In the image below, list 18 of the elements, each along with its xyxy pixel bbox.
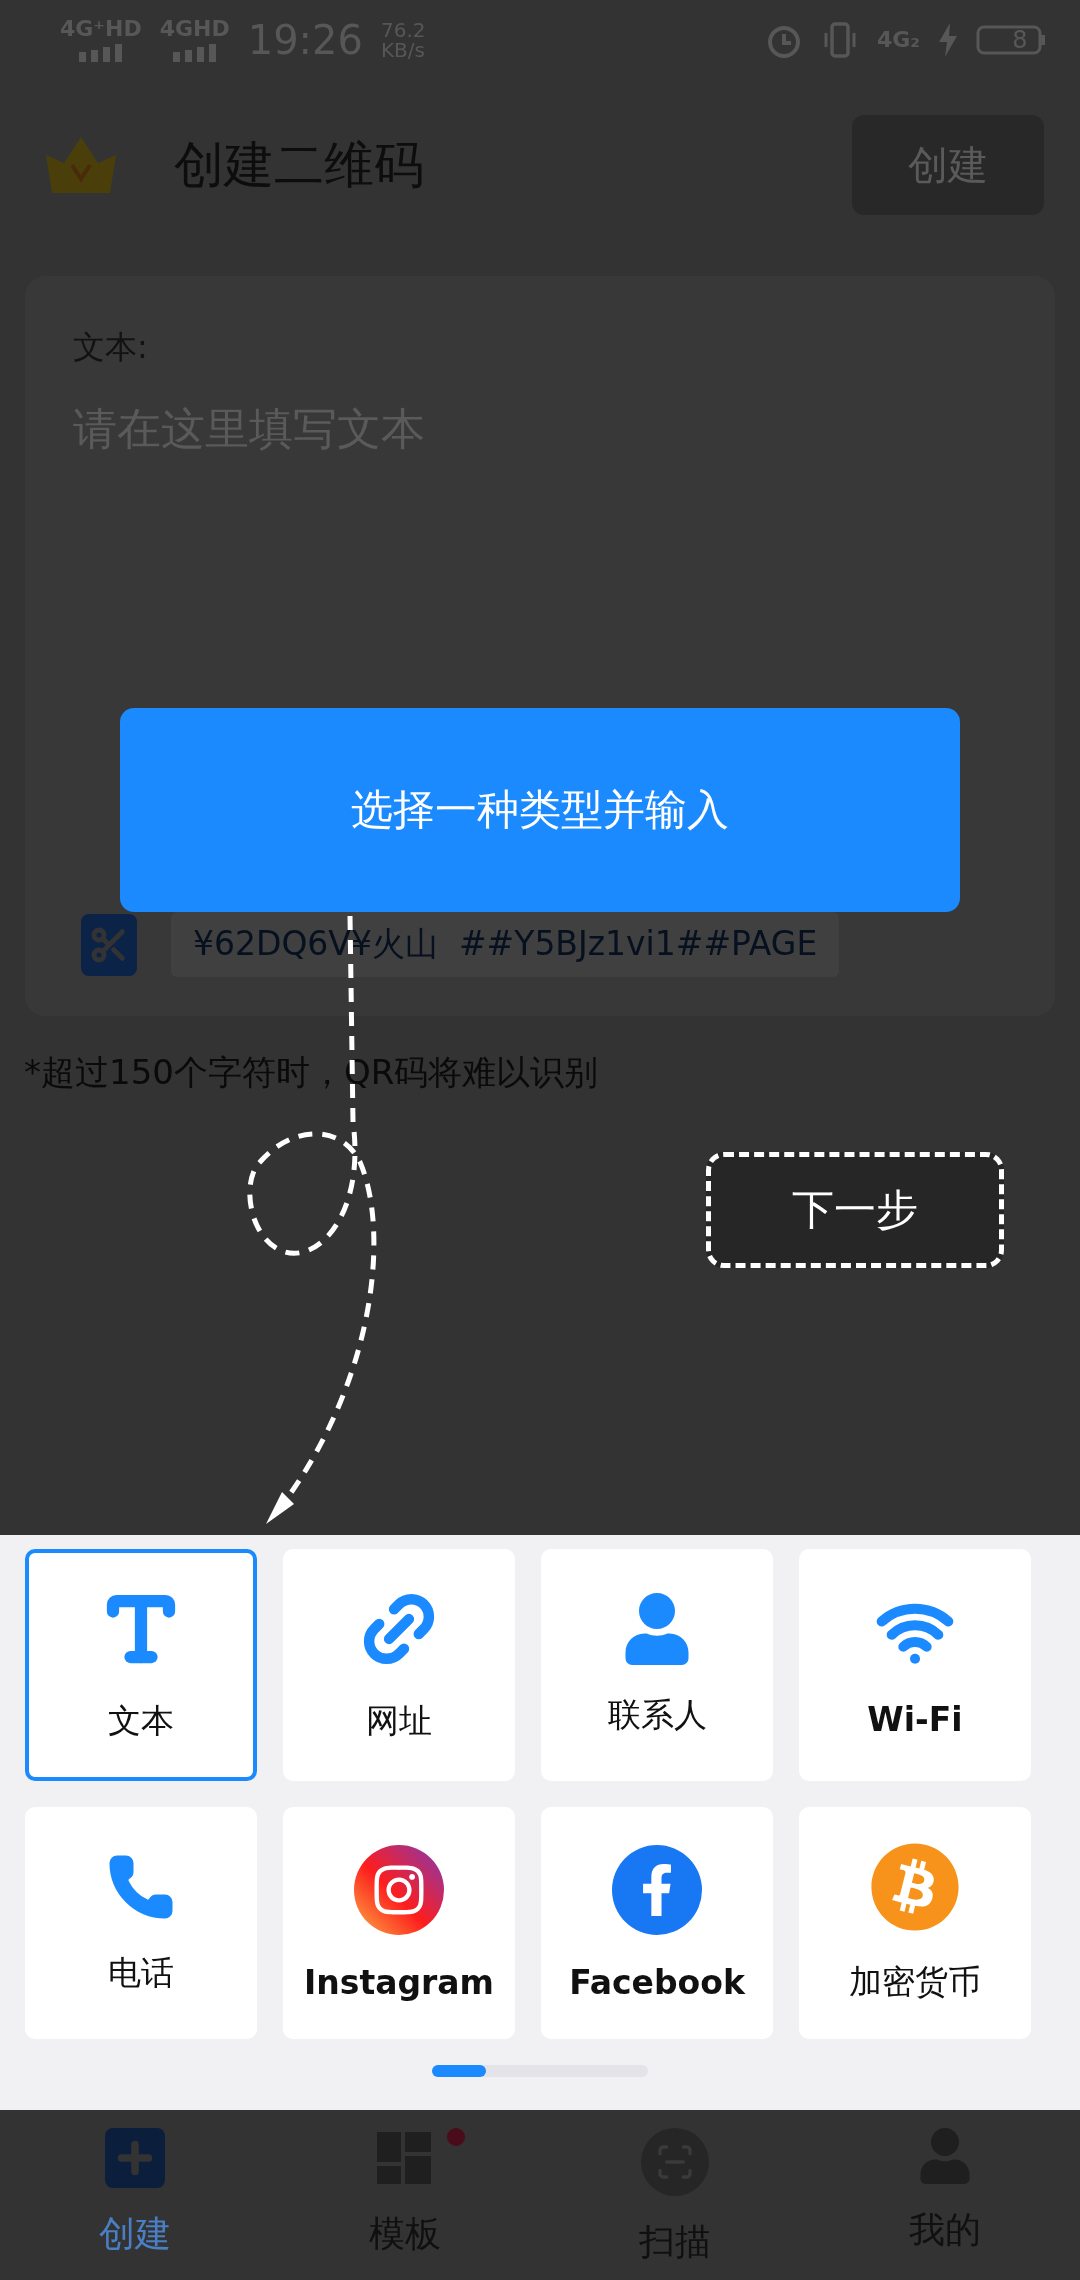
type-tile[interactable]: 文本	[25, 1549, 257, 1781]
type-tile[interactable]: 联系人	[541, 1549, 773, 1781]
type-tile[interactable]: Wi-Fi	[799, 1549, 1031, 1781]
type-tile[interactable]: 电话	[25, 1807, 257, 2039]
battery-icon	[976, 25, 1046, 55]
crown-icon	[44, 135, 118, 195]
signal-icon	[78, 44, 123, 62]
plus-icon	[105, 2128, 165, 2188]
type-tile[interactable]: 加密货币	[799, 1807, 1031, 2039]
type-tile[interactable]: Instagram	[283, 1807, 515, 2039]
guide-tooltip: 选择一种类型并输入	[120, 708, 960, 912]
type-tile[interactable]: 网址	[283, 1549, 515, 1781]
type-tile[interactable]: Facebook	[541, 1807, 773, 2039]
next-button[interactable]: 下一步	[706, 1152, 1004, 1268]
charging-icon	[938, 23, 958, 57]
signal-icon	[172, 44, 217, 62]
bitcoin-icon	[870, 1841, 960, 1932]
scissors-icon[interactable]	[81, 913, 137, 976]
